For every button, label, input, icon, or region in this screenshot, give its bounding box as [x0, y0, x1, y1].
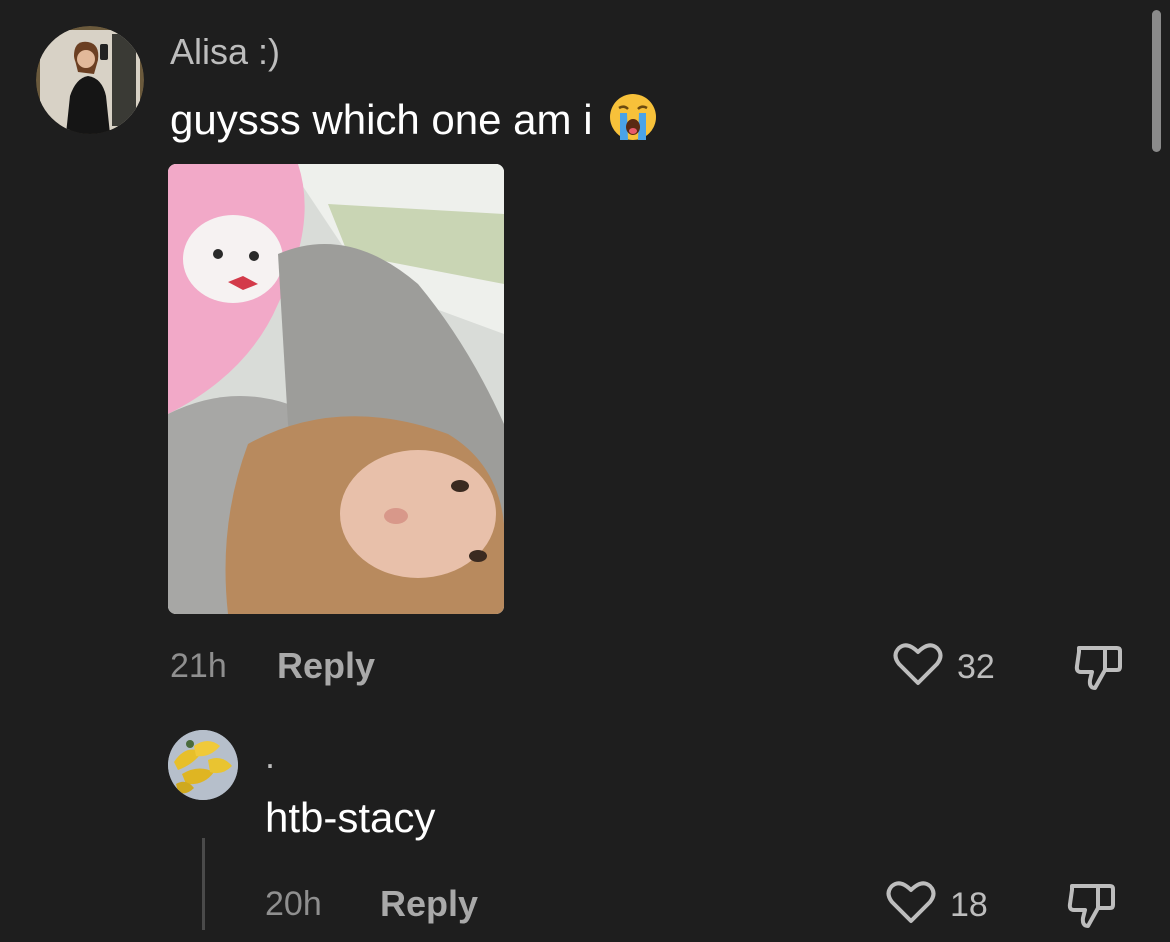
like-button[interactable]: 32	[893, 642, 995, 691]
reply-button[interactable]: Reply	[277, 642, 375, 690]
reply-text: htb-stacy	[265, 794, 436, 841]
comment-text: guysss which one am i	[170, 92, 658, 152]
avatar[interactable]	[36, 26, 144, 134]
reply-like-button[interactable]: 18	[886, 880, 988, 929]
reply-reply-button[interactable]: Reply	[380, 880, 478, 928]
like-count: 32	[957, 647, 995, 686]
loudly-crying-face-icon	[608, 92, 658, 152]
comments-screen: Alisa :) guysss which one am i 21h Reply…	[0, 0, 1170, 942]
reply-avatar[interactable]	[168, 730, 238, 800]
comment-image[interactable]	[168, 164, 504, 614]
comment-timestamp: 21h	[170, 647, 227, 685]
scrollbar[interactable]	[1152, 10, 1161, 152]
heart-outline-icon	[893, 642, 943, 691]
thumbs-down-icon	[1071, 646, 1125, 698]
reply-timestamp: 20h	[265, 885, 322, 923]
comment-text-content: guysss which one am i	[170, 96, 593, 143]
reply-like-count: 18	[950, 885, 988, 924]
comment-username[interactable]: Alisa :)	[170, 32, 280, 72]
thumbs-down-icon	[1064, 884, 1118, 936]
thread-line	[202, 838, 205, 930]
dislike-button[interactable]	[1071, 640, 1125, 699]
heart-outline-icon	[886, 880, 936, 929]
reply-username[interactable]: .	[265, 736, 275, 776]
reply-dislike-button[interactable]	[1064, 878, 1118, 937]
